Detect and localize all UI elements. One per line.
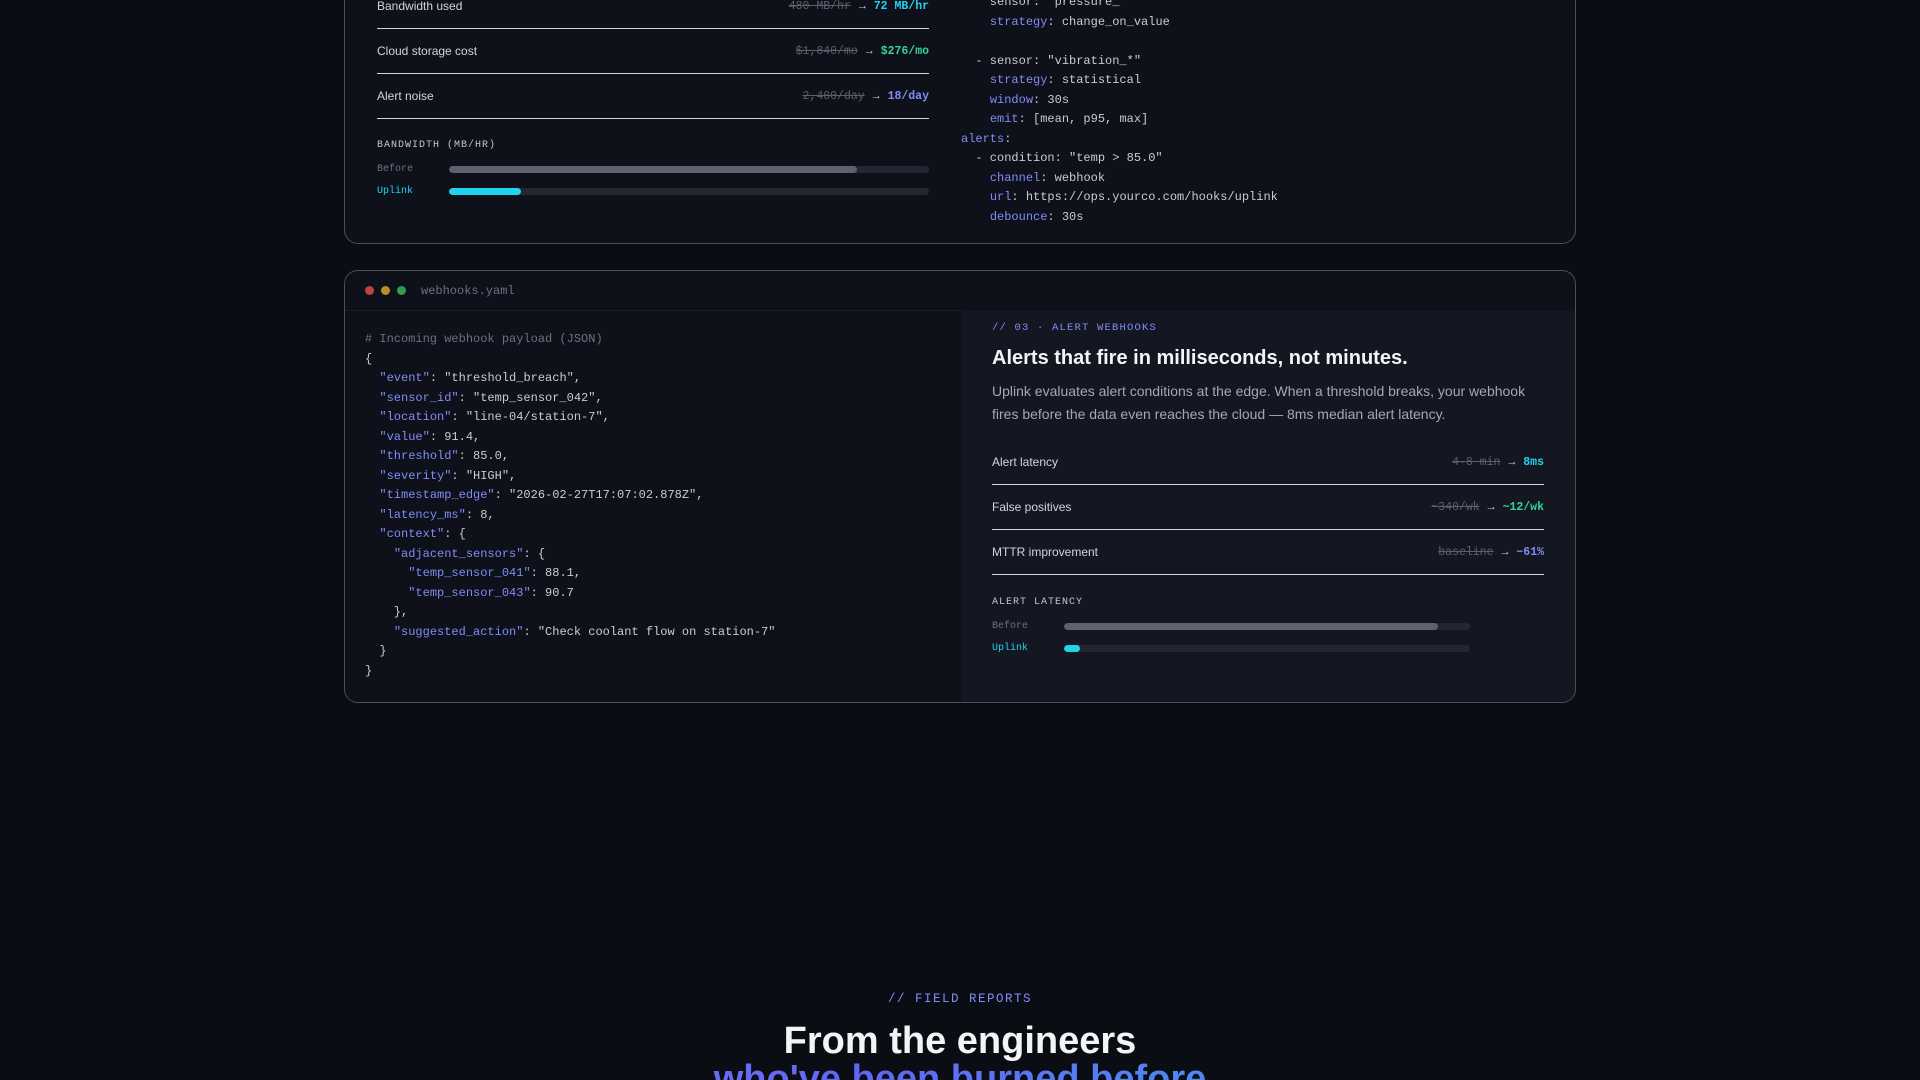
metric-new-value: 18/day	[887, 89, 929, 103]
arrow-icon: →	[1487, 500, 1495, 514]
metric-row-mttr: MTTR improvement baseline → −61%	[992, 530, 1544, 575]
metric-old-value: ~340/wk	[1431, 500, 1480, 514]
metric-row-false-positives: False positives ~340/wk → ~12/wk	[992, 485, 1544, 530]
bars-title: ALERT LATENCY	[992, 597, 1084, 608]
webhook-code-panel: webhooks.yaml # Incoming webhook payload…	[345, 271, 961, 702]
code-line: "event": "threshold_breach",	[379, 371, 582, 385]
code-line: strategy: change_on_value	[989, 14, 1170, 29]
metric-row-alert-noise: Alert noise 2,400/day → 18/day	[377, 74, 929, 119]
editor-filename: webhooks.yaml	[421, 283, 515, 298]
code-line: "temp_sensor_043": 90.7	[408, 585, 574, 600]
code-line: emit: [mean, p95, max]	[989, 112, 1149, 126]
metric-label: MTTR improvement	[992, 545, 1099, 559]
bar-label: Uplink	[992, 642, 1029, 654]
metric-new-value: $276/mo	[880, 44, 929, 58]
code-line: - sensor: "vibration_*"	[961, 53, 1142, 68]
metric-label: Alert noise	[377, 89, 434, 103]
bar-label: Before	[377, 163, 414, 175]
editor-titlebar: webhooks.yaml	[345, 271, 961, 311]
arrow-icon: →	[858, 0, 866, 13]
code-line: channel: webhook	[989, 170, 1106, 185]
code-line: },	[365, 605, 409, 619]
code-line: "context": {	[379, 527, 466, 541]
bar-track	[1064, 644, 1470, 652]
bar-fill-uplink	[1064, 644, 1081, 652]
metric-old-value: 4-8 min	[1452, 455, 1501, 469]
code-line: # Incoming webhook payload (JSON)	[365, 332, 603, 346]
code-line: "latency_ms": 8,	[379, 507, 495, 522]
metric-old-value: 480 MB/hr	[788, 0, 851, 13]
code-line: window: 30s	[989, 92, 1070, 107]
code-line: "threshold": 85.0,	[379, 449, 510, 463]
window-maximize-dot-icon	[397, 286, 406, 295]
metric-old-value: 2,400/day	[802, 89, 865, 103]
metric-new-value: ~12/wk	[1502, 500, 1544, 514]
metric-row-bandwidth: Bandwidth used 480 MB/hr → 72 MB/hr	[377, 0, 929, 29]
window-close-dot-icon	[365, 286, 374, 295]
metric-label: Bandwidth used	[377, 0, 463, 13]
code-line: url: https://ops.yourco.com/hooks/uplink	[989, 190, 1278, 204]
bar-label: Before	[992, 620, 1029, 632]
yaml-code-block: sensor: "pressure_*" strategy: change_on…	[961, 0, 1278, 227]
arrow-icon: →	[865, 44, 873, 58]
metric-label: Alert latency	[992, 455, 1059, 469]
field-reports-tag: // FIELD REPORTS	[887, 992, 1033, 1006]
bar-row-before: Before	[377, 163, 929, 175]
code-line: }	[365, 644, 387, 658]
code-line: }	[365, 663, 373, 678]
metric-label: Cloud storage cost	[377, 44, 478, 58]
arrow-icon: →	[1508, 455, 1516, 469]
arrow-icon: →	[872, 89, 880, 103]
code-line: {	[365, 351, 373, 366]
bar-label: Uplink	[377, 185, 414, 197]
code-line: alerts:	[961, 131, 1012, 146]
field-reports-title: From the engineers	[783, 1020, 1137, 1062]
code-line: "value": 91.4,	[379, 429, 481, 444]
code-line: "suggested_action": "Check coolant flow …	[393, 624, 776, 639]
code-line: sensor: "pressure_*"	[961, 0, 1134, 9]
bandwidth-card: Bandwidth used 480 MB/hr → 72 MB/hr Clou…	[344, 0, 1576, 244]
metric-new-value: 72 MB/hr	[873, 0, 929, 13]
code-line: "severity": "HIGH",	[379, 468, 517, 483]
window-minimize-dot-icon	[381, 286, 390, 295]
code-line: "location": "line-04/station-7",	[379, 410, 610, 424]
code-line: strategy: statistical	[989, 73, 1142, 87]
code-line: "temp_sensor_041": 88.1,	[408, 566, 582, 580]
metric-new-value: −61%	[1516, 545, 1544, 559]
metric-old-value: $1,840/mo	[795, 44, 858, 58]
bar-fill-before	[449, 165, 857, 173]
field-reports-subtitle: who've been burned before	[0, 1058, 1920, 1080]
code-line: "adjacent_sensors": {	[393, 546, 546, 561]
arrow-icon: →	[1501, 545, 1509, 559]
bar-track	[1064, 622, 1470, 630]
code-line: "sensor_id": "temp_sensor_042",	[379, 390, 603, 405]
bar-track	[449, 165, 929, 173]
metric-row-alert-latency: Alert latency 4-8 min → 8ms	[992, 440, 1544, 485]
section-heading: Alerts that fire in milliseconds, not mi…	[992, 347, 1408, 369]
config-code-panel: sensor: "pressure_*" strategy: change_on…	[961, 0, 1557, 243]
code-line: - condition: "temp > 85.0"	[961, 151, 1163, 165]
bar-row-uplink: Uplink	[377, 185, 929, 197]
alert-webhooks-info: // 03 · ALERT WEBHOOKS Alerts that fire …	[961, 311, 1575, 702]
bar-track	[449, 187, 929, 195]
metric-new-value: 8ms	[1523, 455, 1544, 469]
bar-row-uplink: Uplink	[992, 642, 1470, 654]
section-description: Uplink evaluates alert conditions at the…	[992, 383, 1526, 422]
alert-webhooks-card: webhooks.yaml # Incoming webhook payload…	[344, 270, 1576, 703]
metric-label: False positives	[992, 500, 1072, 514]
code-line: "timestamp_edge": "2026-02-27T17:07:02.8…	[379, 488, 704, 502]
bar-fill-uplink	[449, 187, 521, 195]
metric-old-value: baseline	[1438, 545, 1494, 559]
bars-title: BANDWIDTH (MB/HR)	[377, 140, 497, 151]
json-payload-code-block: # Incoming webhook payload (JSON) { "even…	[365, 330, 775, 681]
bar-fill-before	[1064, 622, 1438, 630]
code-line: debounce: 30s	[989, 209, 1084, 224]
metric-row-storage-cost: Cloud storage cost $1,840/mo → $276/mo	[377, 29, 929, 74]
bar-row-before: Before	[992, 620, 1470, 632]
section-tag: // 03 · ALERT WEBHOOKS	[992, 322, 1158, 334]
